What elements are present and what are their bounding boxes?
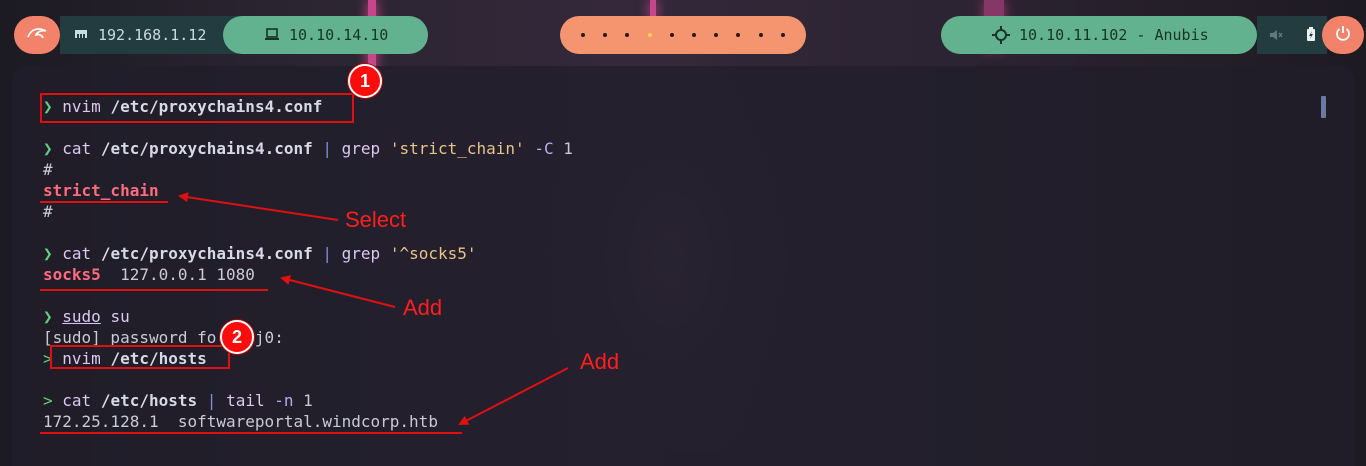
annotation-arrows	[178, 192, 569, 425]
step-badge-2: 2	[220, 320, 254, 354]
arrow-add-socks	[280, 275, 396, 308]
annotation-label-add: Add	[580, 349, 620, 374]
annotation-label-select: Select	[345, 207, 407, 232]
annotation-label-add: Add	[403, 295, 443, 320]
step-badge-1: 1	[348, 64, 382, 98]
arrow-add-hosts	[458, 367, 569, 425]
arrow-select	[178, 192, 339, 221]
